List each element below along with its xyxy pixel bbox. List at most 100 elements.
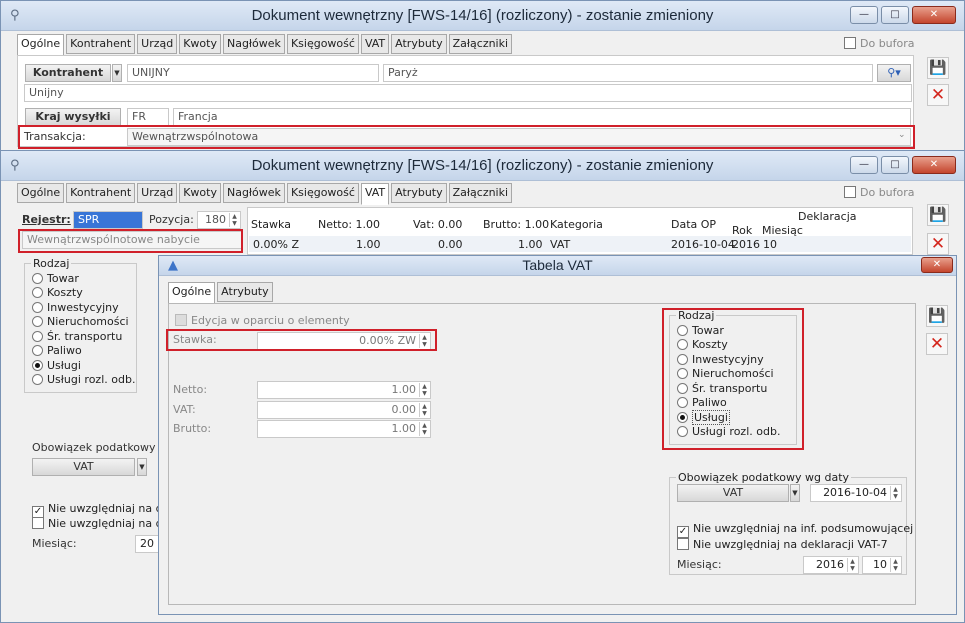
chk-label: Edycja w oparciu o elementy: [191, 314, 350, 327]
vat-dropdown[interactable]: ▼: [790, 484, 800, 502]
tab-urzad[interactable]: Urząd: [137, 183, 178, 203]
brutto-field[interactable]: 1.00 ▲ ▼: [257, 420, 431, 438]
kontrahent-button[interactable]: Kontrahent: [25, 64, 111, 82]
spinner[interactable]: ▲ ▼: [847, 558, 857, 572]
vat-field[interactable]: 0.00 ▲ ▼: [257, 401, 431, 419]
tab-atrybuty[interactable]: Atrybuty: [217, 282, 273, 302]
title-bar[interactable]: ⚲ Dokument wewnętrzny [FWS-14/16] (rozli…: [1, 151, 964, 181]
kontrahent-name-field[interactable]: Unijny: [24, 84, 912, 102]
spinner[interactable]: ▲ ▼: [890, 486, 900, 500]
kontrahent-dropdown[interactable]: ▼: [112, 64, 122, 82]
close-button[interactable]: ✕: [912, 6, 956, 24]
tab-ogolne[interactable]: Ogólne: [168, 282, 216, 304]
tab-ksiegowosc[interactable]: Księgowość: [286, 183, 359, 203]
col-stawka[interactable]: Stawka: [251, 218, 291, 231]
save-button[interactable]: 💾: [927, 57, 949, 79]
kontrahent-code-field[interactable]: UNIJNY: [127, 64, 379, 82]
tab-vat[interactable]: VAT: [360, 183, 390, 205]
chk-deklaracji-vat7[interactable]: Nie uwzględniaj na deklaracji VAT-7: [677, 538, 888, 551]
tab-vat[interactable]: VAT: [360, 34, 390, 54]
rok-field[interactable]: 2016 ▲ ▼: [803, 556, 859, 574]
radio-paliwo[interactable]: Paliwo: [32, 344, 135, 359]
save-button[interactable]: 💾: [926, 305, 948, 327]
spinner[interactable]: ▲ ▼: [419, 422, 429, 436]
do-bufora-checkbox[interactable]: Do bufora: [844, 186, 915, 199]
tab-kwoty[interactable]: Kwoty: [179, 34, 221, 54]
cell-data-op: 2016-10-04: [671, 238, 735, 251]
cell-rok: 2016: [732, 238, 760, 251]
table-row[interactable]: [249, 236, 911, 252]
vat-button[interactable]: VAT: [32, 458, 135, 476]
spinner[interactable]: ▲ ▼: [229, 213, 239, 227]
tab-kontrahent[interactable]: Kontrahent: [66, 34, 136, 54]
maximize-button[interactable]: □: [881, 6, 909, 24]
netto-value: 1.00: [391, 383, 417, 396]
close-button[interactable]: ✕: [912, 156, 956, 174]
vat-value: 0.00: [391, 403, 417, 416]
netto-field[interactable]: 1.00 ▲ ▼: [257, 381, 431, 399]
kontrahent-city-field[interactable]: Paryż: [383, 64, 873, 82]
tab-atrybuty[interactable]: Atrybuty: [391, 183, 447, 203]
title-bar[interactable]: ▲ Tabela VAT ✕: [159, 256, 956, 276]
tab-strip: Ogólne Kontrahent Urząd Kwoty Nagłówek K…: [17, 183, 514, 205]
window-title: Dokument wewnętrzny [FWS-14/16] (rozlicz…: [251, 157, 714, 174]
tab-ogolne[interactable]: Ogólne: [17, 183, 65, 203]
tab-kontrahent[interactable]: Kontrahent: [66, 183, 136, 203]
kraj-code-field[interactable]: FR: [127, 108, 169, 126]
radio-inwestycyjny[interactable]: Inwestycyjny: [32, 300, 135, 315]
title-bar[interactable]: ⚲ Dokument wewnętrzny [FWS-14/16] (rozli…: [1, 1, 964, 31]
cell-miesiac: 10: [763, 238, 777, 251]
highlight-rodzaj: [662, 308, 804, 450]
vat-dropdown[interactable]: ▼: [137, 458, 147, 476]
chk-inf-podsumowujacej[interactable]: ✓ Nie uwzględniaj na inf. podsumowującej: [677, 522, 913, 538]
cell-vat: 0.00: [438, 238, 463, 251]
tab-ogolne[interactable]: Ogólne: [17, 34, 65, 56]
save-button[interactable]: 💾: [927, 204, 949, 226]
col-brutto[interactable]: Brutto: 1.00: [483, 218, 549, 231]
do-bufora-checkbox[interactable]: Do bufora: [844, 37, 915, 50]
chk-edycja[interactable]: Edycja w oparciu o elementy: [175, 314, 350, 327]
tab-kwoty[interactable]: Kwoty: [179, 183, 221, 203]
save-icon: 💾: [929, 207, 947, 223]
vat-button[interactable]: VAT: [677, 484, 789, 502]
tab-ksiegowosc[interactable]: Księgowość: [286, 34, 359, 54]
kraj-name-field[interactable]: Francja: [173, 108, 911, 126]
cancel-button[interactable]: ✕: [926, 333, 948, 355]
spinner[interactable]: ▲ ▼: [890, 558, 900, 572]
pozycja-label: Pozycja:: [149, 213, 194, 226]
pozycja-field[interactable]: 180 ▲ ▼: [197, 211, 241, 229]
col-netto[interactable]: Netto: 1.00: [318, 218, 380, 231]
obowiazek-date-field[interactable]: 2016-10-04 ▲ ▼: [810, 484, 902, 502]
dialog-tabela-vat: ▲ Tabela VAT ✕ Ogólne Atrybuty Edycja w …: [158, 255, 957, 615]
chk-nie-uwzgledniaj-1[interactable]: ✓ Nie uwzględniaj na dekl: [32, 502, 179, 518]
minimize-button[interactable]: —: [850, 156, 878, 174]
cancel-button[interactable]: ✕: [927, 84, 949, 106]
col-vat[interactable]: Vat: 0.00: [413, 218, 462, 231]
radio-towar[interactable]: Towar: [32, 271, 135, 286]
rejestr-select[interactable]: SPR: [73, 211, 143, 229]
tab-zalaczniki[interactable]: Załączniki: [448, 183, 513, 203]
kraj-wysylki-button[interactable]: Kraj wysyłki: [25, 108, 121, 126]
tab-naglowek[interactable]: Nagłówek: [222, 183, 285, 203]
search-button[interactable]: ⚲▾: [877, 64, 911, 82]
radio-nieruchomosci[interactable]: Nieruchomości: [32, 315, 135, 330]
tab-urzad[interactable]: Urząd: [137, 34, 178, 54]
tab-zalaczniki[interactable]: Załączniki: [448, 34, 513, 54]
col-kategoria[interactable]: Kategoria: [550, 218, 603, 231]
radio-koszty[interactable]: Koszty: [32, 286, 135, 301]
radio-sr-transportu[interactable]: Śr. transportu: [32, 329, 135, 344]
vat-grid[interactable]: Deklaracja Stawka Netto: 1.00 Vat: 0.00 …: [247, 207, 913, 255]
spinner[interactable]: ▲ ▼: [419, 403, 429, 417]
cancel-button[interactable]: ✕: [927, 233, 949, 255]
maximize-button[interactable]: □: [881, 156, 909, 174]
chk-nie-uwzgledniaj-2[interactable]: Nie uwzględniaj na dekl: [32, 517, 179, 530]
tab-naglowek[interactable]: Nagłówek: [222, 34, 285, 54]
close-button[interactable]: ✕: [921, 257, 953, 273]
radio-uslugi[interactable]: Usługi: [32, 358, 135, 373]
tab-atrybuty[interactable]: Atrybuty: [391, 34, 447, 54]
minimize-button[interactable]: —: [850, 6, 878, 24]
miesiac-field[interactable]: 10 ▲ ▼: [862, 556, 902, 574]
spinner[interactable]: ▲ ▼: [419, 383, 429, 397]
radio-uslugi-rozl-odb[interactable]: Usługi rozl. odb.: [32, 373, 135, 388]
col-data-op[interactable]: Data OP: [671, 218, 716, 231]
